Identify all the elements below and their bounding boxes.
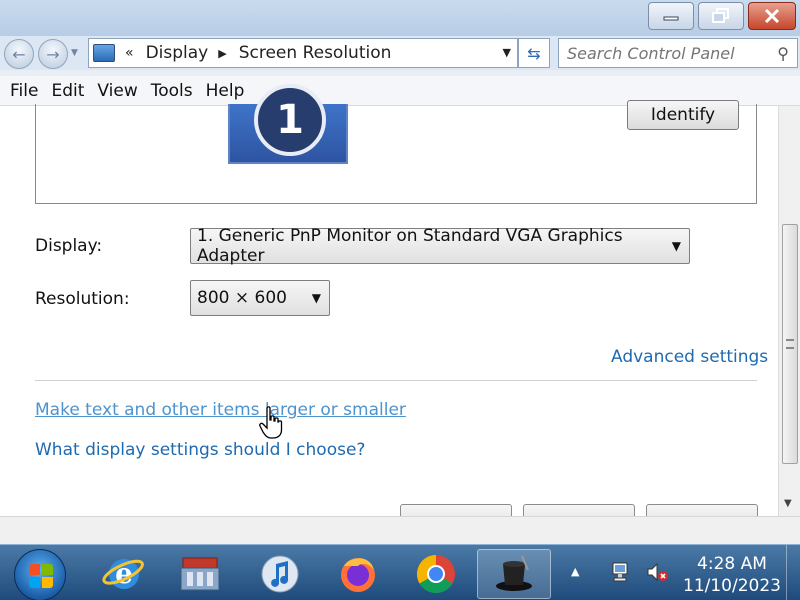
minimize-icon [663, 16, 679, 21]
refresh-button[interactable]: ⇆ [518, 38, 550, 68]
restore-icon [712, 8, 729, 23]
monitor-number: 1 [254, 84, 326, 156]
display-select-value: 1. Generic PnP Monitor on Standard VGA G… [197, 226, 623, 266]
itunes-icon [261, 555, 299, 593]
taskbar-control-panel[interactable] [174, 549, 226, 599]
menu-help[interactable]: Help [206, 81, 245, 101]
chevron-down-icon: ▼ [311, 291, 321, 305]
taskbar-firefox[interactable] [332, 549, 384, 599]
taskbar: e ▲ 4:28 AM 11/10/2023 [0, 544, 800, 600]
scrollbar-grip-icon [786, 339, 794, 349]
clock-time: 4:28 AM [697, 554, 767, 574]
top-hat-icon [496, 555, 532, 591]
text-size-link[interactable]: Make text and other items larger or smal… [35, 400, 406, 420]
network-icon[interactable] [610, 561, 632, 583]
show-desktop-button[interactable] [786, 545, 800, 600]
control-panel-icon [180, 557, 220, 591]
breadcrumb-separator-icon[interactable]: ▶ [218, 47, 226, 60]
taskbar-active-app[interactable] [477, 549, 551, 599]
back-button[interactable]: ← [4, 39, 34, 69]
section-divider [35, 380, 757, 381]
address-dropdown-icon[interactable]: ▼ [503, 46, 511, 59]
close-icon [764, 9, 780, 23]
vertical-scrollbar[interactable]: ▼ [778, 106, 800, 516]
restore-button[interactable] [698, 2, 744, 30]
monitor-1-preview[interactable]: 1 [228, 84, 348, 164]
address-bar[interactable]: « Display ▶ Screen Resolution ▼ [88, 38, 518, 68]
menu-view[interactable]: View [97, 81, 137, 101]
identify-button[interactable]: Identify [627, 100, 739, 130]
forward-button[interactable]: → [38, 39, 68, 69]
system-clock[interactable]: 4:28 AM 11/10/2023 [682, 553, 782, 597]
scroll-down-icon[interactable]: ▼ [784, 498, 792, 509]
navigation-bar: ← → ▼ « Display ▶ Screen Resolution ▼ ⇆ … [0, 36, 800, 70]
search-input[interactable] [567, 43, 767, 63]
taskbar-itunes[interactable] [254, 549, 306, 599]
advanced-settings-link[interactable]: Advanced settings [611, 347, 768, 367]
internet-explorer-icon: e [102, 557, 144, 590]
forward-arrow-icon: → [46, 44, 60, 64]
breadcrumb-screen-resolution[interactable]: Screen Resolution [239, 43, 392, 63]
window-bottom-edge [0, 516, 800, 544]
menu-file[interactable]: File [10, 81, 38, 101]
menu-tools[interactable]: Tools [151, 81, 193, 101]
firefox-icon [341, 558, 375, 592]
control-panel-icon [93, 44, 115, 62]
clock-date: 11/10/2023 [683, 576, 781, 596]
display-label: Display: [35, 236, 103, 256]
breadcrumb-display[interactable]: Display [146, 43, 209, 63]
title-bar [0, 0, 800, 36]
scrollbar-thumb[interactable] [782, 224, 798, 464]
recent-pages-dropdown-icon[interactable]: ▼ [71, 48, 78, 58]
search-box[interactable]: ⚲ [558, 38, 798, 68]
taskbar-chrome[interactable] [410, 549, 462, 599]
show-hidden-icons-button[interactable]: ▲ [571, 565, 579, 578]
resolution-select[interactable]: 800 × 600 ▼ [190, 280, 330, 316]
refresh-icon: ⇆ [527, 43, 541, 63]
hand-cursor-icon [259, 406, 283, 439]
windows-logo-icon [29, 564, 53, 588]
screen-resolution-panel: 1 Identify Display: 1. Generic PnP Monit… [0, 84, 778, 524]
resolution-select-value: 800 × 600 [197, 288, 287, 308]
minimize-button[interactable] [648, 2, 694, 30]
resolution-label: Resolution: [35, 289, 130, 309]
search-icon[interactable]: ⚲ [777, 44, 789, 63]
display-help-link[interactable]: What display settings should I choose? [35, 440, 365, 460]
volume-muted-icon[interactable] [646, 561, 670, 583]
start-button[interactable] [14, 549, 66, 600]
menu-edit[interactable]: Edit [51, 81, 84, 101]
back-arrow-icon: ← [12, 44, 26, 64]
taskbar-internet-explorer[interactable]: e [98, 549, 150, 599]
breadcrumb-overflow[interactable]: « [125, 45, 134, 61]
chevron-down-icon: ▼ [671, 239, 681, 253]
close-button[interactable] [748, 2, 796, 30]
display-select[interactable]: 1. Generic PnP Monitor on Standard VGA G… [190, 226, 690, 266]
chrome-icon [416, 554, 455, 594]
